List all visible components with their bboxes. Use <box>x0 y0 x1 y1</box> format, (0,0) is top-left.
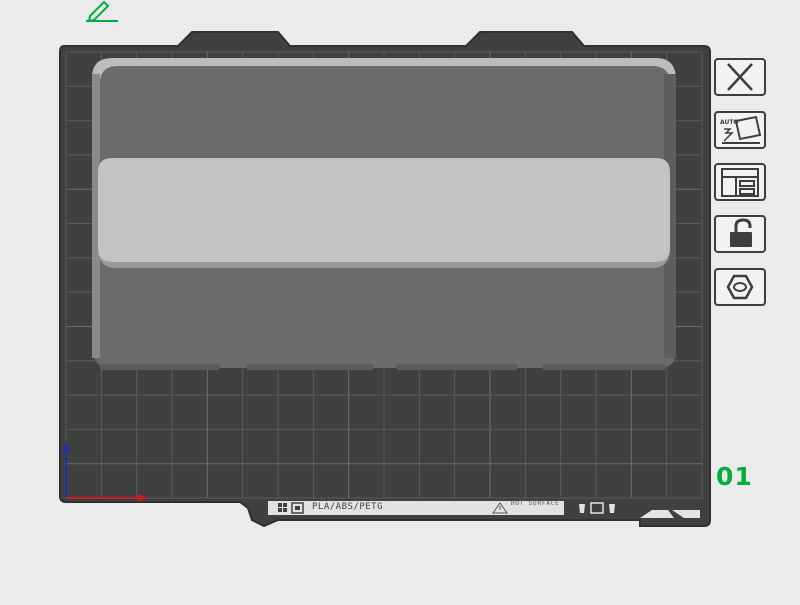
model-foot <box>396 364 518 370</box>
filament-compat-label: PLA/ABS/PETG <box>312 502 384 512</box>
hot-surface-label: HOT SURFACE <box>511 500 560 507</box>
arrange-layout-icon <box>721 168 759 197</box>
build-plate[interactable] <box>0 0 800 605</box>
hot-surface-warning-icon <box>492 502 508 514</box>
unlock-icon <box>730 218 752 247</box>
hexagon-settings-icon <box>726 274 754 300</box>
bin-icons <box>579 502 615 514</box>
model-highlight-band <box>98 158 670 262</box>
delete-plate-button[interactable] <box>714 58 766 96</box>
auto-orient-icon: AUTO <box>720 115 762 144</box>
plate-type-icons <box>278 502 304 514</box>
lock-plate-button[interactable] <box>714 215 766 253</box>
close-icon <box>727 63 753 91</box>
model-foot <box>542 364 666 370</box>
arrange-button[interactable] <box>714 163 766 201</box>
3d-model[interactable] <box>92 58 676 370</box>
model-foot <box>100 364 220 370</box>
plate-settings-button[interactable] <box>714 268 766 306</box>
model-foot <box>246 364 374 370</box>
auto-orient-button[interactable]: AUTO <box>714 111 766 149</box>
plate-number: 01 <box>716 462 753 491</box>
